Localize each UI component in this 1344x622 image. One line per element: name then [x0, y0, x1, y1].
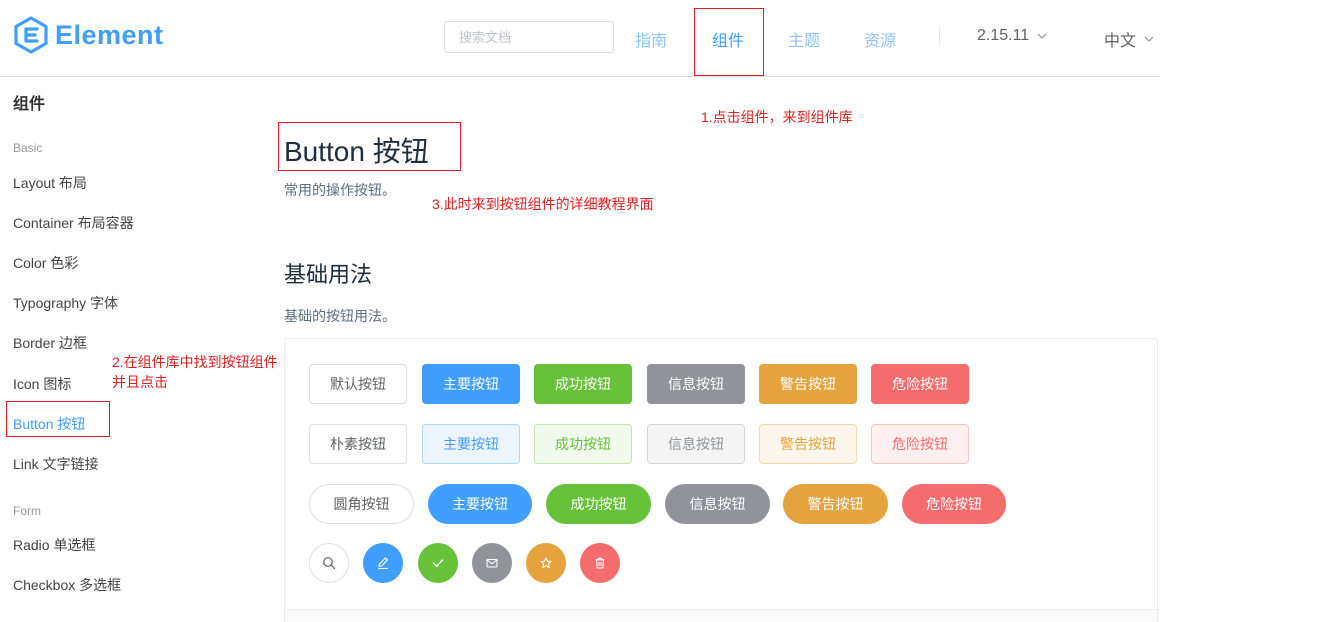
plain-info-button[interactable]: 信息按钮 [647, 424, 745, 464]
round-success-button[interactable]: 成功按钮 [546, 484, 651, 524]
delete-icon [595, 557, 605, 569]
language-label: 中文 [1104, 33, 1137, 50]
annotation-step2-line2: 并且点击 [112, 374, 168, 390]
sidebar-item-typography[interactable]: Typography 字体 [13, 293, 118, 313]
sidebar-group-basic: Basic [13, 141, 43, 155]
language-select[interactable]: 中文 [1104, 27, 1154, 51]
plain-warning-button[interactable]: 警告按钮 [759, 424, 857, 464]
logo-text: Element [55, 19, 164, 50]
search-icon [323, 557, 336, 570]
sidebar-item-layout[interactable]: Layout 布局 [13, 173, 87, 193]
sidebar-item-link[interactable]: Link 文字链接 [13, 454, 99, 474]
circle-star-button[interactable] [526, 543, 566, 583]
sidebar-item-icon[interactable]: Icon 图标 [13, 374, 71, 394]
plain-default-button[interactable]: 朴素按钮 [309, 424, 407, 464]
circle-delete-button[interactable] [580, 543, 620, 583]
warning-button[interactable]: 警告按钮 [759, 364, 857, 404]
primary-button[interactable]: 主要按钮 [422, 364, 520, 404]
demo-code-toggle-bar[interactable] [285, 609, 1157, 622]
annotation-step1: 1.点击组件，来到组件库 [701, 109, 853, 125]
chevron-down-icon [1144, 36, 1154, 42]
round-default-button[interactable]: 圆角按钮 [309, 484, 414, 524]
round-primary-button[interactable]: 主要按钮 [428, 484, 532, 524]
info-button[interactable]: 信息按钮 [647, 364, 745, 404]
nav-theme[interactable]: 主题 [788, 27, 820, 51]
sidebar-item-color[interactable]: Color 色彩 [13, 253, 78, 273]
sidebar-item-checkbox[interactable]: Checkbox 多选框 [13, 575, 121, 595]
page-description: 常用的操作按钮。 [284, 182, 396, 198]
circle-check-button[interactable] [418, 543, 458, 583]
nav-resource[interactable]: 资源 [864, 27, 896, 51]
plain-primary-button[interactable]: 主要按钮 [422, 424, 520, 464]
top-header: Element 指南 组件 主题 资源 2.15.11 中文 [0, 0, 1160, 77]
nav-divider [939, 28, 940, 44]
star-icon [540, 557, 552, 569]
round-info-button[interactable]: 信息按钮 [665, 484, 770, 524]
plain-danger-button[interactable]: 危险按钮 [871, 424, 969, 464]
plain-success-button[interactable]: 成功按钮 [534, 424, 632, 464]
demo-block: 默认按钮 主要按钮 成功按钮 信息按钮 警告按钮 危险按钮 朴素按钮 主要按钮 … [284, 338, 1158, 622]
search-input[interactable] [444, 21, 614, 53]
message-icon [486, 558, 498, 568]
section-description: 基础的按钮用法。 [284, 308, 396, 324]
sidebar-title: 组件 [13, 96, 46, 113]
default-button[interactable]: 默认按钮 [309, 364, 407, 404]
edit-icon [378, 557, 389, 570]
version-label: 2.15.11 [977, 27, 1030, 44]
chevron-down-icon [1037, 33, 1047, 39]
circle-search-button[interactable] [309, 543, 349, 583]
round-danger-button[interactable]: 危险按钮 [902, 484, 1006, 524]
element-logo[interactable]: Element [13, 16, 164, 54]
check-icon [432, 559, 444, 567]
annotation-box-page-title [278, 122, 461, 171]
version-select[interactable]: 2.15.11 [977, 27, 1047, 45]
sidebar-item-radio[interactable]: Radio 单选框 [13, 535, 95, 555]
annotation-box-component-nav [694, 8, 764, 76]
nav-guide[interactable]: 指南 [635, 27, 667, 51]
annotation-box-sidebar-button [6, 401, 110, 437]
element-logo-icon [14, 16, 48, 54]
danger-button[interactable]: 危险按钮 [871, 364, 969, 404]
circle-edit-button[interactable] [363, 543, 403, 583]
sidebar-item-container[interactable]: Container 布局容器 [13, 213, 134, 233]
annotation-step3: 3.此时来到按钮组件的详细教程界面 [432, 196, 654, 212]
sidebar-item-border[interactable]: Border 边框 [13, 333, 87, 353]
sidebar-group-form: Form [13, 504, 41, 518]
annotation-step2-line1: 2.在组件库中找到按钮组件 [112, 354, 278, 370]
circle-message-button[interactable] [472, 543, 512, 583]
round-warning-button[interactable]: 警告按钮 [783, 484, 888, 524]
section-title: 基础用法 [284, 262, 373, 287]
success-button[interactable]: 成功按钮 [534, 364, 632, 404]
